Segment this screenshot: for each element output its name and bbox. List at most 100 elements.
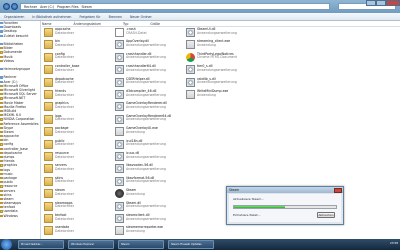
file-item[interactable]: steamapps Dateiordner <box>44 201 112 214</box>
file-item[interactable]: vstdlib_s.dll Anwendungserweiterung <box>186 77 254 90</box>
minimize-button[interactable] <box>366 0 376 6</box>
breadcrumb-item[interactable]: Program Files <box>57 5 78 9</box>
file-item[interactable]: libavcodec-56.dll Anwendungserweiterung <box>115 164 183 176</box>
file-item[interactable]: GameOverlayRenderer64.dll Anwendungserwei… <box>115 114 183 127</box>
folder-icon <box>0 59 3 62</box>
toolbar-item[interactable]: Organisieren <box>4 15 24 19</box>
breadcrumb-item[interactable]: Acer (C:) <box>40 5 54 9</box>
toolbar-item[interactable]: In Bibliothek aufnehmen <box>32 15 71 19</box>
file-item[interactable]: public Dateiordner <box>44 139 112 152</box>
library-icon <box>0 42 3 46</box>
file-item[interactable]: skins Dateiordner <box>44 176 112 189</box>
file-item[interactable]: ThirdPartyLegalNotices Chrome HTML Docume… <box>186 52 254 65</box>
folder-icon <box>44 214 53 223</box>
file-item[interactable]: Steam.dll Anwendungserweiterung <box>115 201 183 214</box>
close-button[interactable] <box>386 0 400 6</box>
file-item[interactable]: config Dateiordner <box>44 52 112 65</box>
file-item[interactable]: friends Dateiordner <box>44 89 112 102</box>
dialog-close-button[interactable] <box>334 187 342 193</box>
file-text: crashhandler.dll Anwendungserweiterung <box>126 52 166 60</box>
file-text: AppOverlay.dll Anwendungserweiterung <box>126 40 166 47</box>
folder-icon <box>44 40 53 50</box>
column-header[interactable]: Typ <box>123 22 128 26</box>
recent-icon <box>0 34 3 37</box>
file-item[interactable]: crashhandler64.dll Anwendungserweiterung <box>115 65 183 77</box>
folder-icon <box>0 105 3 108</box>
breadcrumb-item[interactable]: Rechner <box>24 5 37 9</box>
file-item[interactable]: userdata Dateiordner <box>44 226 112 238</box>
file-item[interactable]: GameOverlayRenderer.dll Anwendungserweite… <box>115 102 183 114</box>
file-item[interactable]: Steam Anwendung <box>115 189 183 201</box>
folder-icon <box>0 185 3 188</box>
file-item[interactable]: CSERHelper.dll Anwendungserweiterung <box>115 77 183 90</box>
taskbar: Pinned taskbar... Windows Explorer Steam St… <box>0 239 400 250</box>
sidebar-item[interactable]: Windows <box>0 214 40 218</box>
file-item[interactable]: tier0_s.dll Anwendungserweiterung <box>186 65 254 77</box>
file-item[interactable]: controller_base Dateiordner <box>44 65 112 77</box>
back-button[interactable] <box>3 3 10 10</box>
dialog-status-text: Aktualisiere Steam... <box>233 197 265 201</box>
file-type: Anwendungserweiterung <box>126 80 166 85</box>
file-item[interactable]: icui18n.dll Anwendungserweiterung <box>115 139 183 152</box>
taskbar-app[interactable]: Steam <box>118 240 164 249</box>
gear-icon <box>115 102 124 112</box>
gear-icon <box>115 65 124 75</box>
folder-icon <box>0 151 3 154</box>
file-item[interactable]: SteamUI.dll Anwendungserweiterung <box>186 27 254 40</box>
folder-icon <box>44 164 53 174</box>
star-icon <box>0 22 3 25</box>
folder-icon <box>44 176 53 186</box>
file-item[interactable]: bin Dateiordner <box>44 40 112 52</box>
maximize-button[interactable] <box>376 0 386 6</box>
file-item[interactable]: crashhandler.dll Anwendungserweiterung <box>115 52 183 65</box>
file-item[interactable]: depotcache Dateiordner <box>44 77 112 90</box>
column-header[interactable]: Änderungsdatum <box>73 22 101 26</box>
address-bar[interactable]: Rechner Acer (C:) Program Files Steam <box>20 3 330 10</box>
file-type: Dateiordner <box>55 154 75 159</box>
column-header[interactable]: Name <box>42 22 51 26</box>
file-item[interactable]: steam Dateiordner <box>44 189 112 201</box>
file-item[interactable]: d3dcompiler_46.dll Anwendungserweiterung <box>115 89 183 102</box>
toolbar-item[interactable]: Brennen <box>109 15 122 19</box>
cancel-button[interactable]: Abbrechen <box>317 212 335 218</box>
file-text: public Dateiordner <box>55 139 74 147</box>
folder-icon <box>44 114 53 124</box>
taskbar-app[interactable]: Windows Explorer <box>68 240 114 249</box>
file-item[interactable]: graphics Dateiordner <box>44 102 112 114</box>
file-item[interactable]: icuuc.dll Anwendungserweiterung <box>115 151 183 164</box>
file-text: Steam Anwendung <box>126 189 145 196</box>
file-item[interactable]: package Dateiordner <box>44 127 112 139</box>
gear-icon <box>115 114 124 124</box>
file-item[interactable]: .crash CRASH-Datei <box>115 27 183 40</box>
drive-icon <box>0 80 3 83</box>
breadcrumb-item[interactable]: Steam <box>82 5 92 9</box>
file-item[interactable]: libavformat-56.dll Anwendungserweiterung <box>115 176 183 189</box>
file-item[interactable]: resource Dateiordner <box>44 151 112 164</box>
file-item[interactable]: GameOverlayUI.exe Anwendung <box>115 127 183 139</box>
taskbar-app[interactable]: Pinned taskbar... <box>18 240 64 249</box>
file-text: tier0_s.dll Anwendungserweiterung <box>197 65 237 72</box>
file-type: Dateiordner <box>55 117 75 122</box>
file-item[interactable]: steamclient.dll Anwendungserweiterung <box>115 213 183 226</box>
toolbar-item[interactable]: Neuer Ordner <box>130 15 152 19</box>
start-button[interactable] <box>1 239 12 250</box>
column-headers: Name Änderungsdatum Typ Größe <box>42 21 400 27</box>
file-item[interactable]: appcache Dateiordner <box>44 27 112 40</box>
file-text: ThirdPartyLegalNotices Chrome HTML Docume… <box>197 52 237 60</box>
forward-button[interactable] <box>11 3 18 10</box>
file-item[interactable]: tenfoot Dateiordner <box>44 213 112 226</box>
file-item[interactable]: servers Dateiordner <box>44 164 112 176</box>
toolbar-item[interactable]: Freigeben für <box>79 15 100 19</box>
file-item[interactable]: streaming_client.exe Anwendung <box>186 40 254 52</box>
taskbar-app[interactable]: Steam Firewall Updates <box>168 240 214 249</box>
file-item[interactable]: steamerrorreporter.exe Anwendung <box>115 226 183 238</box>
clock[interactable]: 23:58 <box>390 241 398 245</box>
file-text: libavcodec-56.dll Anwendungserweiterung <box>126 164 166 171</box>
file-item[interactable]: WriteMiniDump.exe Anwendung <box>186 89 254 102</box>
file-item[interactable]: logs Dateiordner <box>44 114 112 127</box>
file-item[interactable]: AppOverlay.dll Anwendungserweiterung <box>115 40 183 52</box>
column-header[interactable]: Größe <box>150 22 160 26</box>
folder-icon <box>0 109 3 113</box>
folder-icon <box>0 55 3 58</box>
file-text: Steam.dll Anwendungserweiterung <box>126 201 166 209</box>
